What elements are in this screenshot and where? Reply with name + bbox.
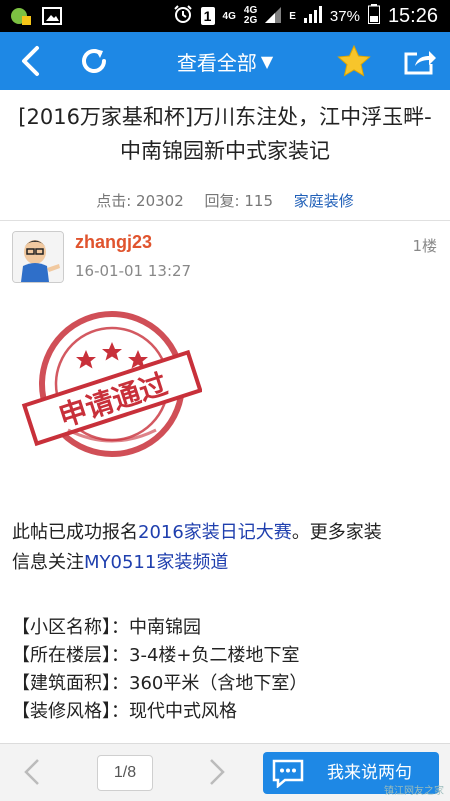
battery-percent: 37%	[329, 7, 360, 25]
channel-link[interactable]: MY0511家装频道	[84, 552, 228, 573]
body-line-1: 此帖已成功报名2016家装日记大赛。更多家装	[12, 522, 382, 543]
clock: 15:26	[387, 4, 438, 27]
house-info-list: 【小区名称】：中南锦园 【所在楼层】：3-4楼+负二楼地下室 【建筑面积】：36…	[12, 614, 442, 726]
app-header: 查看全部 ▼	[0, 32, 450, 90]
floor-number: 1楼	[412, 237, 437, 255]
info-row: 【装修风格】：现代中式风格	[12, 701, 237, 722]
click-count: 点击: 20302	[96, 192, 184, 210]
network-type-1: 4G	[222, 10, 236, 22]
network-type-2b: 2G	[243, 15, 258, 26]
share-button[interactable]	[390, 32, 450, 90]
post-body: 此帖已成功报名2016家装日记大赛。更多家装 信息关注MY0511家装频道	[12, 518, 442, 578]
contest-link[interactable]: 2016家装日记大赛	[138, 522, 292, 543]
approved-stamp-image: 申请通过	[12, 302, 203, 472]
next-page-button[interactable]	[197, 752, 237, 792]
body-line-2: 信息关注MY0511家装频道	[12, 552, 229, 573]
battery-icon	[367, 4, 380, 28]
signal-icon-2	[303, 5, 322, 27]
app-notification-icon	[10, 6, 32, 30]
refresh-icon	[82, 49, 106, 73]
back-button[interactable]	[0, 32, 60, 90]
prev-page-button[interactable]	[12, 752, 52, 792]
info-row: 【所在楼层】：3-4楼+负二楼地下室	[12, 645, 300, 666]
chevron-left-icon	[24, 759, 39, 785]
comment-icon	[272, 759, 304, 788]
star-icon	[337, 45, 371, 77]
post-title: [2016万家基和杯]万川东注处，江中浮玉畔-中南锦园新中式家装记	[18, 105, 432, 163]
signal-icon-1	[265, 5, 282, 27]
info-row: 【小区名称】：中南锦园	[12, 617, 201, 638]
post-meta: 点击: 20302 回复: 115 家庭装修	[0, 190, 450, 211]
network-type-stack: 4G 2G	[244, 6, 257, 26]
sim-indicator: 1	[200, 7, 215, 25]
image-notification-icon	[42, 6, 62, 30]
post-time: 16-01-01 13:27	[75, 262, 192, 280]
chevron-right-icon	[210, 759, 225, 785]
chevron-down-icon: ▼	[260, 51, 274, 71]
bottom-toolbar: 1/8 我来说两句 镇江网友之家	[0, 743, 450, 801]
refresh-button[interactable]	[64, 32, 124, 90]
share-icon	[404, 51, 436, 75]
site-watermark: 镇江网友之家	[384, 786, 444, 797]
author-name[interactable]: zhangj23	[75, 232, 152, 253]
avatar[interactable]	[12, 231, 64, 283]
info-row: 【建筑面积】：360平米（含地下室）	[12, 673, 308, 694]
divider	[0, 220, 450, 221]
header-title: 查看全部	[176, 50, 257, 75]
page-indicator[interactable]: 1/8	[97, 755, 153, 791]
category-link[interactable]: 家庭装修	[294, 192, 354, 210]
reply-count: 回复: 115	[204, 192, 273, 210]
status-bar: 1 4G 4G 2G E 37% 15:26	[0, 0, 450, 32]
avatar-cartoon-icon	[13, 232, 63, 282]
favorite-button[interactable]	[324, 32, 384, 90]
network-type-3: E	[289, 10, 296, 22]
view-all-dropdown[interactable]: 查看全部 ▼	[120, 32, 330, 90]
back-icon	[22, 46, 39, 76]
alarm-icon	[173, 4, 193, 28]
